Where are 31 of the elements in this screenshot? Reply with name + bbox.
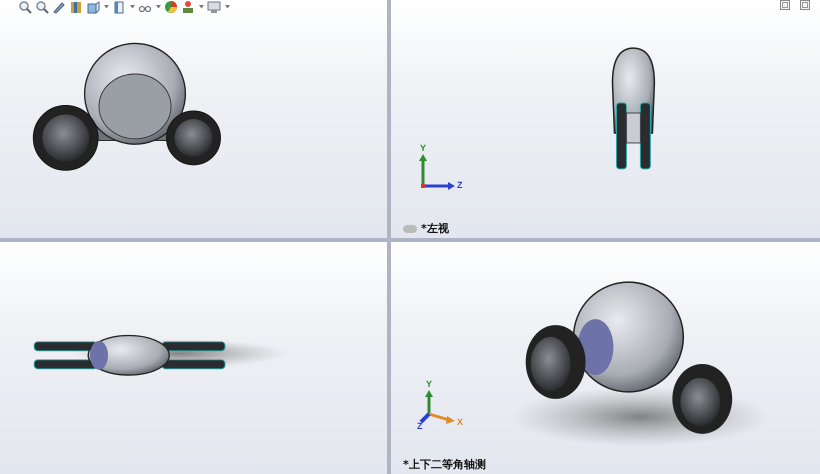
edit-appearance-button[interactable] [164, 0, 178, 14]
caret-icon [130, 5, 135, 9]
pen-icon [52, 0, 66, 14]
previous-view-button[interactable] [52, 0, 66, 14]
zoom-fit-button[interactable] [18, 0, 32, 14]
caret-icon [104, 5, 109, 9]
display-style-button[interactable] [112, 0, 135, 14]
magnifier-icon [35, 0, 49, 14]
y-axis-label: Y [426, 380, 432, 389]
view-settings-button[interactable] [207, 0, 230, 14]
monitor-icon [207, 0, 221, 14]
z-axis-label: Z [417, 422, 422, 431]
caret-icon [199, 5, 204, 9]
y-axis-label: Y [420, 144, 426, 153]
scene-icon [181, 0, 195, 14]
z-axis-label: Z [457, 181, 462, 190]
view-name-label: *上下二等角轴测 [403, 457, 486, 472]
magnifier-icon [18, 0, 32, 14]
book-icon [69, 0, 83, 14]
x-axis-label: X [457, 418, 464, 427]
zoom-area-button[interactable] [35, 0, 49, 14]
box-icon [112, 0, 126, 14]
apply-scene-button[interactable] [181, 0, 204, 14]
caret-icon [225, 5, 230, 9]
cube-icon [86, 0, 100, 14]
view-name-label: *左视 [421, 221, 449, 236]
color-ball-icon [164, 0, 178, 14]
view-orientation-button[interactable] [86, 0, 109, 14]
pill-icon [403, 224, 417, 232]
section-view-button[interactable] [69, 0, 83, 14]
caret-icon [156, 5, 161, 9]
